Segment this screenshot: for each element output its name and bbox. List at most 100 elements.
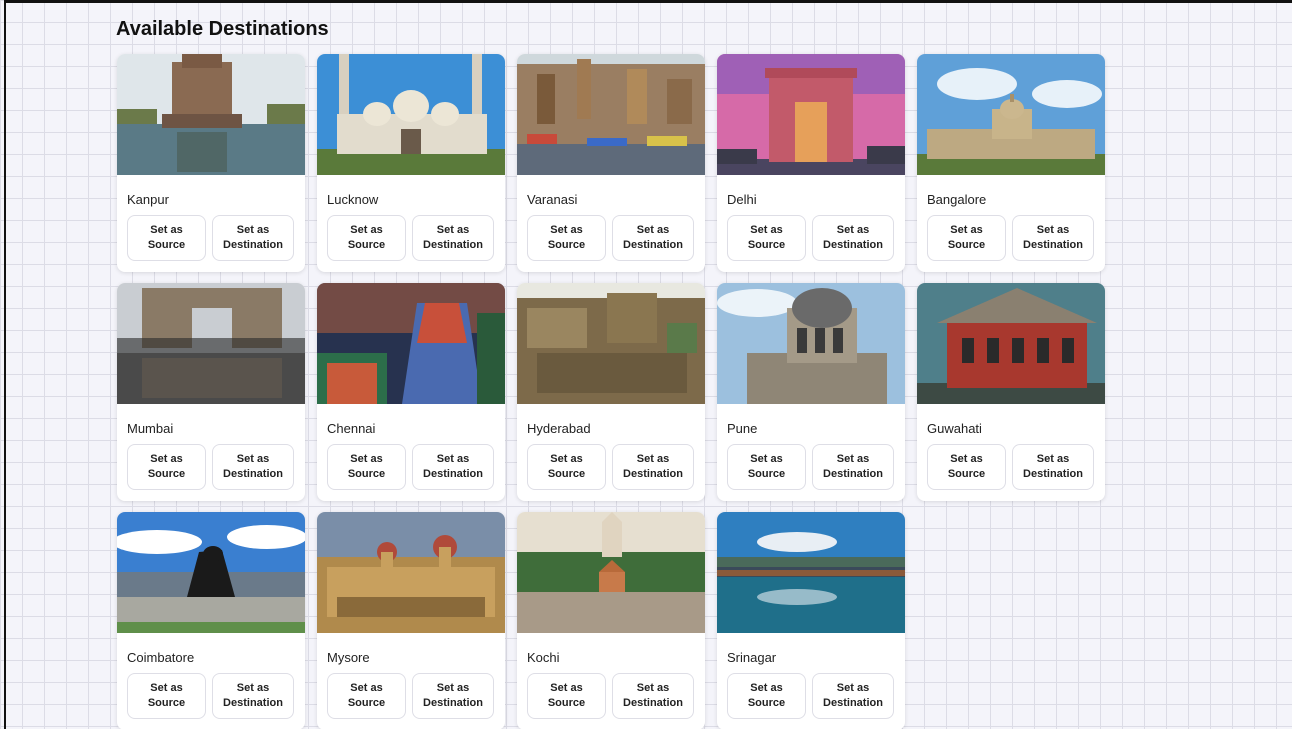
button-label-line: Destination: [823, 697, 883, 709]
set-as-destination-button[interactable]: Set as Destination: [812, 673, 894, 719]
button-label-line: Source: [547, 697, 586, 709]
set-as-source-button[interactable]: Set as Source: [727, 673, 806, 719]
destination-name: Srinagar: [727, 650, 777, 665]
button-label-line: Destination: [223, 239, 283, 251]
set-as-destination-button[interactable]: Set as Destination: [412, 673, 494, 719]
set-as-destination-button[interactable]: Set as Destination: [412, 444, 494, 490]
destination-card-chennai: Chennai Set as Source Set as Destination: [317, 283, 505, 501]
button-label-line: Destination: [1023, 468, 1083, 480]
button-label-line: Set as: [636, 224, 670, 236]
button-label-line: Set as: [750, 682, 783, 694]
button-label-line: Set as: [1036, 453, 1070, 465]
destination-card-hyderabad: Hyderabad Set as Source Set as Destination: [517, 283, 705, 501]
button-label-line: Set as: [236, 682, 270, 694]
set-as-destination-button[interactable]: Set as Destination: [212, 444, 294, 490]
destination-card-kanpur: Kanpur Set as Source Set as Destination: [117, 54, 305, 272]
set-as-destination-button[interactable]: Set as Destination: [212, 215, 294, 261]
set-as-destination-button[interactable]: Set as Destination: [212, 673, 294, 719]
destination-card-kochi: Kochi Set as Source Set as Destination: [517, 512, 705, 729]
destination-photo-mumbai: [117, 283, 305, 404]
destination-photo-guwahati: [917, 283, 1105, 404]
button-label-line: Set as: [236, 224, 270, 236]
set-as-source-button[interactable]: Set as Source: [327, 673, 406, 719]
destination-photo-srinagar: [717, 512, 905, 633]
destination-card-delhi: Delhi Set as Source Set as Destination: [717, 54, 905, 272]
button-label-line: Source: [347, 239, 386, 251]
set-as-source-button[interactable]: Set as Source: [727, 444, 806, 490]
set-as-destination-button[interactable]: Set as Destination: [1012, 215, 1094, 261]
destination-name: Varanasi: [527, 192, 578, 207]
button-label-line: Source: [147, 697, 186, 709]
set-as-destination-button[interactable]: Set as Destination: [612, 444, 694, 490]
set-as-source-button[interactable]: Set as Source: [527, 215, 606, 261]
destination-name: Guwahati: [927, 421, 982, 436]
button-label-line: Destination: [623, 468, 683, 480]
set-as-source-button[interactable]: Set as Source: [327, 215, 406, 261]
button-label-line: Set as: [836, 224, 870, 236]
page-title: Available Destinations: [116, 18, 329, 40]
button-label-line: Set as: [836, 682, 870, 694]
set-as-source-button[interactable]: Set as Source: [727, 215, 806, 261]
destination-photo-kochi: [517, 512, 705, 633]
set-as-destination-button[interactable]: Set as Destination: [1012, 444, 1094, 490]
destinations-grid: Kanpur Set as Source Set as Destination Luck…: [117, 54, 1105, 729]
destination-name: Kochi: [527, 650, 560, 665]
button-label-line: Set as: [550, 682, 583, 694]
button-label-line: Set as: [950, 224, 983, 236]
set-as-destination-button[interactable]: Set as Destination: [812, 444, 894, 490]
set-as-destination-button[interactable]: Set as Destination: [812, 215, 894, 261]
button-label-line: Set as: [350, 453, 383, 465]
destination-photo-varanasi: [517, 54, 705, 175]
destination-photo-lucknow: [317, 54, 505, 175]
set-as-source-button[interactable]: Set as Source: [327, 444, 406, 490]
button-label-line: Set as: [1036, 224, 1070, 236]
destination-card-pune: Pune Set as Source Set as Destination: [717, 283, 905, 501]
destination-name: Pune: [727, 421, 758, 436]
destination-photo-mysore: [317, 512, 505, 633]
destination-name: Chennai: [327, 421, 376, 436]
destination-name: Coimbatore: [127, 650, 195, 665]
button-label-line: Source: [547, 239, 586, 251]
button-label-line: Destination: [823, 239, 883, 251]
button-label-line: Source: [747, 697, 786, 709]
set-as-source-button[interactable]: Set as Source: [927, 215, 1006, 261]
destination-card-lucknow: Lucknow Set as Source Set as Destination: [317, 54, 505, 272]
destination-card-mumbai: Mumbai Set as Source Set as Destination: [117, 283, 305, 501]
destination-photo-chennai: [317, 283, 505, 404]
destination-photo-bangalore: [917, 54, 1105, 175]
button-label-line: Destination: [223, 468, 283, 480]
set-as-source-button[interactable]: Set as Source: [527, 673, 606, 719]
destination-card-mysore: Mysore Set as Source Set as Destination: [317, 512, 505, 729]
destination-photo-coimbatore: [117, 512, 305, 633]
button-label-line: Set as: [436, 224, 470, 236]
set-as-source-button[interactable]: Set as Source: [927, 444, 1006, 490]
set-as-source-button[interactable]: Set as Source: [127, 673, 206, 719]
destination-card-bangalore: Bangalore Set as Source Set as Destination: [917, 54, 1105, 272]
set-as-source-button[interactable]: Set as Source: [127, 444, 206, 490]
button-label-line: Set as: [350, 682, 383, 694]
window-left-border: [4, 0, 6, 729]
button-label-line: Set as: [150, 453, 183, 465]
button-label-line: Source: [747, 468, 786, 480]
set-as-destination-button[interactable]: Set as Destination: [412, 215, 494, 261]
destination-name: Mysore: [327, 650, 370, 665]
button-label-line: Set as: [150, 682, 183, 694]
destination-name: Mumbai: [127, 421, 174, 436]
button-label-line: Set as: [750, 453, 783, 465]
button-label-line: Set as: [636, 453, 670, 465]
set-as-source-button[interactable]: Set as Source: [127, 215, 206, 261]
set-as-source-button[interactable]: Set as Source: [527, 444, 606, 490]
set-as-destination-button[interactable]: Set as Destination: [612, 215, 694, 261]
destination-name: Hyderabad: [527, 421, 591, 436]
destination-card-varanasi: Varanasi Set as Source Set as Destination: [517, 54, 705, 272]
destination-name: Bangalore: [927, 192, 987, 207]
button-label-line: Set as: [550, 453, 583, 465]
set-as-destination-button[interactable]: Set as Destination: [612, 673, 694, 719]
destination-photo-pune: [717, 283, 905, 404]
button-label-line: Set as: [950, 453, 983, 465]
button-label-line: Destination: [423, 468, 483, 480]
destination-name: Delhi: [727, 192, 757, 207]
button-label-line: Source: [147, 239, 186, 251]
button-label-line: Source: [547, 468, 586, 480]
button-label-line: Set as: [750, 224, 783, 236]
